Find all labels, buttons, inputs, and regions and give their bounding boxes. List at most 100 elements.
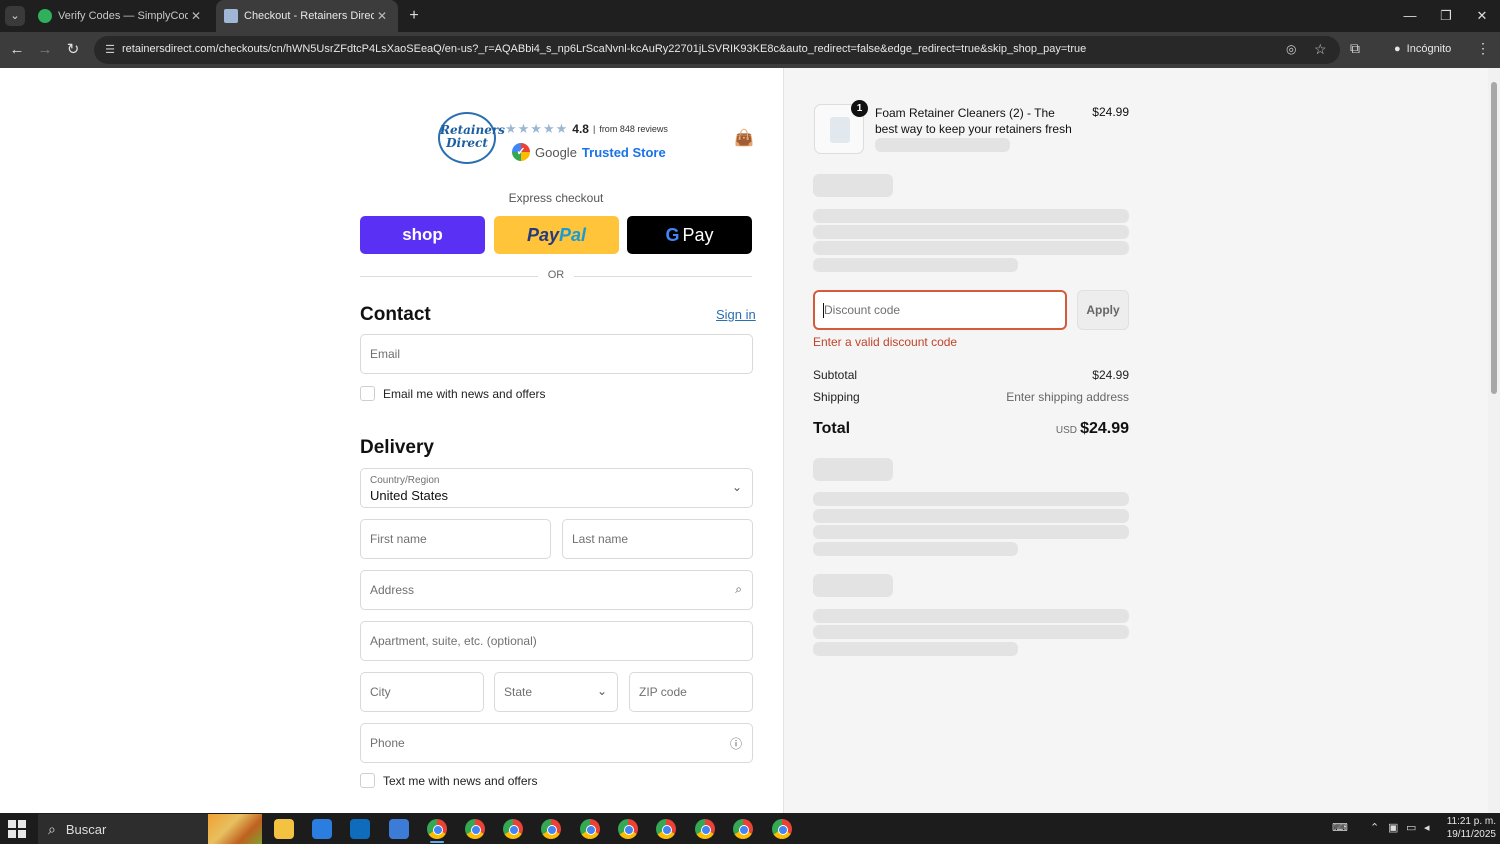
system-clock[interactable]: 11:21 p. m. 19/11/2025 xyxy=(1440,815,1496,841)
apply-button[interactable]: Apply xyxy=(1077,290,1129,330)
browser-menu-icon[interactable]: ⋮ xyxy=(1476,40,1490,57)
loading-skeleton xyxy=(813,209,1129,223)
total-value: $24.99 xyxy=(1080,420,1129,437)
zip-placeholder: ZIP code xyxy=(639,685,687,699)
address-field[interactable]: Address ⌕ xyxy=(360,570,753,610)
keyboard-icon[interactable]: ⌨ xyxy=(1332,821,1348,834)
shop-pay-button[interactable]: shop xyxy=(360,216,485,254)
google-g-icon: G xyxy=(665,224,680,245)
clock-time: 11:21 p. m. xyxy=(1446,816,1496,827)
incognito-indicator[interactable]: ● Incógnito xyxy=(1394,39,1451,59)
restore-button[interactable]: ❐ xyxy=(1428,0,1464,32)
eye-off-icon[interactable]: ◎ xyxy=(1286,42,1296,56)
calculator-icon[interactable] xyxy=(389,819,409,839)
minimize-button[interactable]: — xyxy=(1392,0,1428,32)
chrome-profile-icon[interactable] xyxy=(465,819,485,839)
close-icon[interactable]: ✕ xyxy=(374,9,390,23)
chrome-profile-icon[interactable] xyxy=(772,819,792,839)
apartment-placeholder: Apartment, suite, etc. (optional) xyxy=(370,634,537,648)
email-news-checkbox[interactable] xyxy=(360,386,375,401)
currency-code: USD xyxy=(1055,425,1077,436)
sign-in-link[interactable]: Sign in xyxy=(716,307,756,322)
close-icon[interactable]: ✕ xyxy=(188,9,204,23)
notification-icon[interactable]: ▣ xyxy=(1388,821,1398,834)
delivery-heading: Delivery xyxy=(360,437,434,458)
email-news-option[interactable]: Email me with news and offers xyxy=(360,386,546,401)
text-news-option[interactable]: Text me with news and offers xyxy=(360,773,538,788)
loading-skeleton xyxy=(813,258,1018,272)
scrollbar-thumb[interactable] xyxy=(1491,82,1497,394)
paypal-button[interactable]: Pay Pal xyxy=(494,216,619,254)
taskbar: ⌕ Buscar ⌨ ⌃ ▣ ▭ ◂ 11:21 p. m. 19/11/202… xyxy=(0,813,1500,844)
chrome-profile-icon[interactable] xyxy=(618,819,638,839)
stars-icon: ★★★★★ xyxy=(505,121,569,136)
first-name-field[interactable]: First name xyxy=(360,519,551,559)
loading-skeleton xyxy=(875,138,1010,152)
close-window-button[interactable]: ✕ xyxy=(1464,0,1500,32)
tab-simplycodes[interactable]: Verify Codes — SimplyCodes ✕ xyxy=(30,0,212,32)
state-select[interactable]: State ⌄ xyxy=(494,672,618,712)
google-pay-button[interactable]: G Pay xyxy=(627,216,752,254)
shipping-label: Shipping xyxy=(813,390,860,404)
last-name-placeholder: Last name xyxy=(572,532,629,546)
shopping-bag-icon[interactable]: 👜 xyxy=(734,128,754,148)
email-field[interactable]: Email xyxy=(360,334,753,374)
chrome-profile-icon[interactable] xyxy=(733,819,753,839)
apartment-field[interactable]: Apartment, suite, etc. (optional) xyxy=(360,621,753,661)
tab-search-button[interactable]: ⌄ xyxy=(5,6,25,26)
tab-checkout[interactable]: Checkout - Retainers Direct ✕ xyxy=(216,0,398,32)
chrome-profile-icon[interactable] xyxy=(695,819,715,839)
url-text[interactable]: retainersdirect.com/checkouts/cn/hWN5Usr… xyxy=(122,43,1272,55)
windows-start-icon[interactable] xyxy=(8,820,26,838)
bookmark-star-icon[interactable]: ☆ xyxy=(1314,41,1327,58)
chrome-profile-icon[interactable] xyxy=(580,819,600,839)
address-bar[interactable]: ☰ retainersdirect.com/checkouts/cn/hWN5U… xyxy=(94,36,1340,64)
chevron-up-icon[interactable]: ⌃ xyxy=(1370,821,1379,834)
tab-title: Checkout - Retainers Direct xyxy=(244,10,374,22)
loading-skeleton xyxy=(813,625,1129,639)
discount-placeholder: Discount code xyxy=(824,303,901,317)
chrome-profile-icon[interactable] xyxy=(541,819,561,839)
contact-heading: Contact xyxy=(360,304,431,325)
rating-summary: ★★★★★ 4.8 | from 848 reviews xyxy=(505,121,668,137)
product-price: $24.99 xyxy=(1092,105,1129,119)
new-tab-button[interactable]: + xyxy=(404,6,424,26)
chrome-profile-icon[interactable] xyxy=(503,819,523,839)
quantity-badge: 1 xyxy=(851,100,868,117)
zip-field[interactable]: ZIP code xyxy=(629,672,753,712)
chrome-profile-icon[interactable] xyxy=(427,819,447,839)
volume-icon[interactable]: ◂ xyxy=(1424,821,1430,834)
taskbar-search[interactable]: ⌕ Buscar xyxy=(38,814,262,844)
first-name-placeholder: First name xyxy=(370,532,427,546)
rating-value: 4.8 xyxy=(572,122,589,136)
tab-bar: ⌄ Verify Codes — SimplyCodes ✕ Checkout … xyxy=(0,0,1500,32)
page-scrollbar[interactable] xyxy=(1488,68,1500,813)
extensions-icon[interactable]: ⧉ xyxy=(1350,40,1360,57)
loading-skeleton xyxy=(813,241,1129,255)
review-count: from 848 reviews xyxy=(599,124,668,134)
help-icon[interactable]: ⓘ xyxy=(730,735,742,752)
loading-skeleton xyxy=(813,225,1129,239)
city-field[interactable]: City xyxy=(360,672,484,712)
outlook-icon[interactable] xyxy=(350,819,370,839)
back-button[interactable]: ← xyxy=(6,39,28,61)
store-icon[interactable] xyxy=(312,819,332,839)
text-news-checkbox[interactable] xyxy=(360,773,375,788)
taskbar-search-label: Buscar xyxy=(65,821,107,837)
chrome-profile-icon[interactable] xyxy=(656,819,676,839)
address-placeholder: Address xyxy=(370,583,415,597)
network-icon[interactable]: ▭ xyxy=(1406,821,1416,834)
phone-field[interactable]: Phone ⓘ xyxy=(360,723,753,763)
last-name-field[interactable]: Last name xyxy=(562,519,753,559)
shipping-row: Shipping Enter shipping address xyxy=(813,390,1129,404)
site-info-icon[interactable]: ☰ xyxy=(102,42,118,58)
country-label: Country/Region xyxy=(370,475,440,486)
reload-button[interactable]: ↻ xyxy=(62,39,84,61)
retainers-direct-logo[interactable]: Retainers Direct xyxy=(438,112,505,164)
country-select[interactable]: Country/Region United States ⌄ xyxy=(360,468,753,508)
forward-button[interactable]: → xyxy=(34,39,56,61)
file-explorer-icon[interactable] xyxy=(274,819,294,839)
email-news-label: Email me with news and offers xyxy=(383,386,546,401)
discount-code-input[interactable]: Discount code xyxy=(813,290,1067,330)
loading-skeleton xyxy=(813,642,1018,656)
